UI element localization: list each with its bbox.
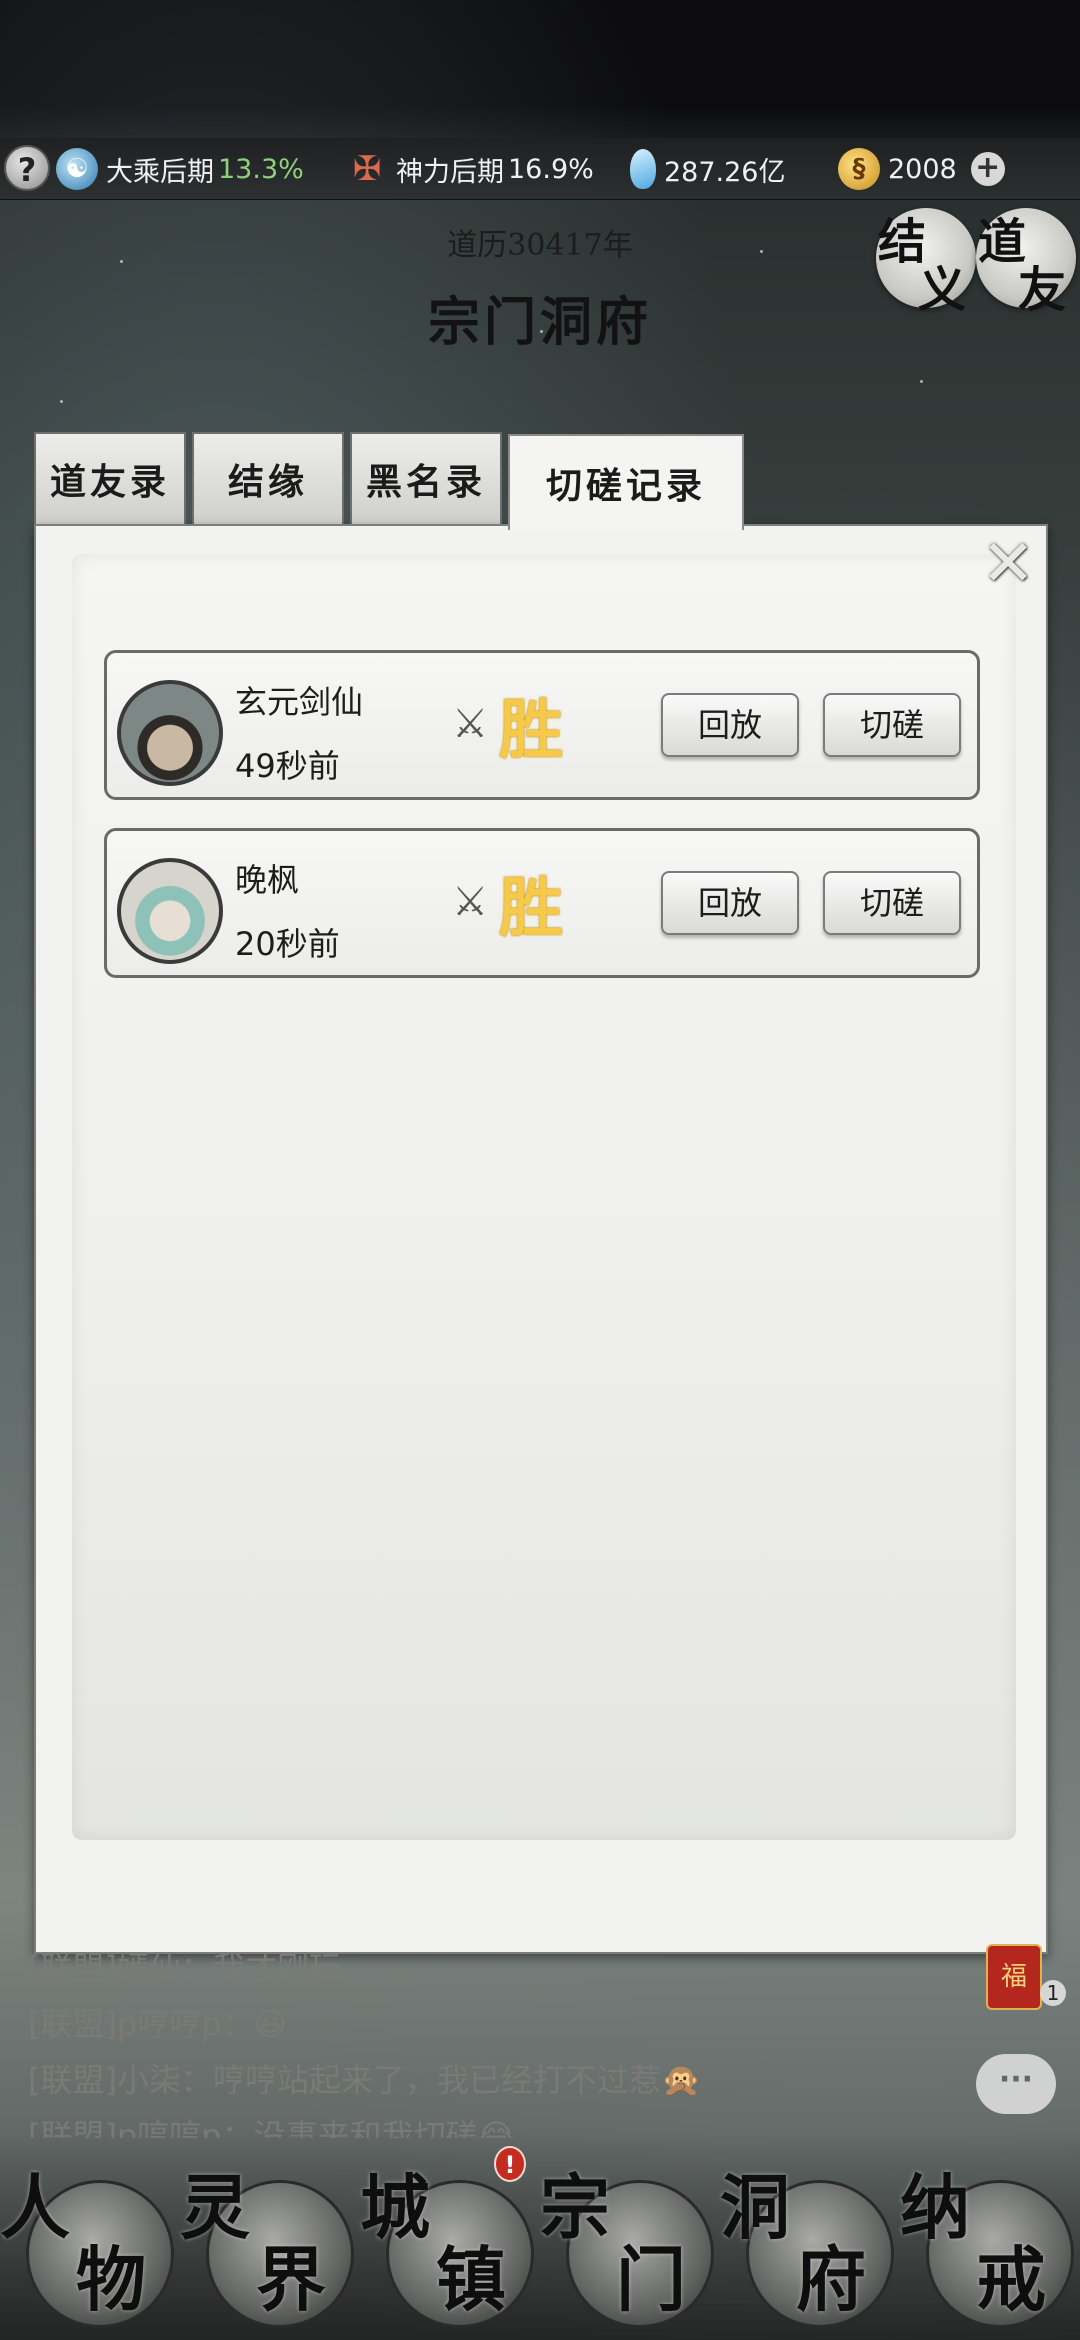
tab-spar-records[interactable]: 切磋记录 xyxy=(508,434,744,530)
cultivation-stat[interactable]: ☯ 大乘后期 13.3% xyxy=(56,138,304,200)
coin-stat[interactable]: § 2008 + xyxy=(838,138,1005,200)
chat-message: [联盟]小柒：哼哼站起来了，我已经打不过惹🙊 xyxy=(28,2061,701,2099)
cultivation-percent: 13.3% xyxy=(218,153,304,185)
nav-spirit-realm[interactable]: 灵 界 xyxy=(180,2158,356,2328)
divine-power-stat[interactable]: ✠ 神力后期 16.9% xyxy=(346,138,594,200)
alert-icon: ! xyxy=(494,2146,526,2182)
replay-button[interactable]: 回放 xyxy=(661,693,799,757)
nav-sect[interactable]: 宗 门 xyxy=(540,2158,716,2328)
result-win: 胜 xyxy=(499,871,563,946)
spirit-crystal-icon xyxy=(630,149,656,189)
alliance-chat[interactable]: [联盟]嫣仙：我才刚玩 [联盟]p哼哼p：😃 [联盟]小柒：哼哼站起来了，我已经… xyxy=(28,1940,908,2138)
tab-affinity[interactable]: 结缘 xyxy=(192,432,344,524)
daoyou-button[interactable]: 道 友 xyxy=(976,208,1076,318)
resource-bar: ? ☯ 大乘后期 13.3% ✠ 神力后期 16.9% 287.26亿 § 20… xyxy=(0,138,1080,200)
coin-icon: § xyxy=(838,148,880,190)
result-win: 胜 xyxy=(499,693,563,768)
spirit-crystal-stat[interactable]: 287.26亿 xyxy=(630,138,785,200)
nav-cave-abode[interactable]: 洞 府 xyxy=(720,2158,896,2328)
chat-message: [联盟]p哼哼p：😃 xyxy=(28,2005,287,2043)
opponent-name: 玄元剑仙 xyxy=(235,683,364,721)
close-icon[interactable]: ✕ xyxy=(978,532,1038,596)
record-row: 晚枫 20秒前 ⚔ 胜 回放 切磋 xyxy=(104,828,980,978)
chat-message: [联盟]嫣仙：我才刚玩 xyxy=(28,1949,341,1987)
nav-town[interactable]: 城 镇 ! xyxy=(360,2146,536,2328)
divine-percent: 16.9% xyxy=(508,153,594,185)
opponent-name: 晚枫 xyxy=(235,861,300,899)
taiji-icon: ☯ xyxy=(56,148,98,190)
nav-character[interactable]: 人 物 xyxy=(0,2158,176,2328)
divine-label: 神力后期 xyxy=(396,156,504,188)
tab-friends[interactable]: 道友录 xyxy=(34,432,186,524)
crystal-amount: 287.26亿 xyxy=(664,156,786,188)
fortune-count-badge: 1 xyxy=(1040,1980,1066,2006)
cultivation-label: 大乘后期 xyxy=(106,156,214,188)
record-time: 49秒前 xyxy=(235,747,340,785)
tab-blacklist[interactable]: 黑名录 xyxy=(350,432,502,524)
avatar[interactable] xyxy=(117,680,223,786)
coin-amount: 2008 xyxy=(888,153,957,185)
record-row: 玄元剑仙 49秒前 ⚔ 胜 回放 切磋 xyxy=(104,650,980,800)
divine-sword-icon: ✠ xyxy=(352,149,382,189)
crossed-swords-icon: ⚔ xyxy=(452,879,488,925)
help-button[interactable]: ? xyxy=(4,145,50,191)
nav-storage-ring[interactable]: 纳 戒 xyxy=(900,2158,1076,2328)
bottom-nav: 人 物 灵 界 城 镇 ! 宗 门 洞 府 纳 戒 xyxy=(0,2130,1080,2340)
avatar[interactable] xyxy=(117,858,223,964)
replay-button[interactable]: 回放 xyxy=(661,871,799,935)
add-coin-button[interactable]: + xyxy=(970,152,1005,186)
sworn-brother-button[interactable]: 结 义 xyxy=(876,208,976,318)
spar-button[interactable]: 切磋 xyxy=(823,693,961,757)
spar-button[interactable]: 切磋 xyxy=(823,871,961,935)
crossed-swords-icon: ⚔ xyxy=(452,701,488,747)
record-time: 20秒前 xyxy=(235,925,340,963)
chat-bubble-icon[interactable]: ··· xyxy=(976,2054,1056,2114)
fortune-envelope-icon[interactable]: 福 xyxy=(986,1944,1042,2010)
